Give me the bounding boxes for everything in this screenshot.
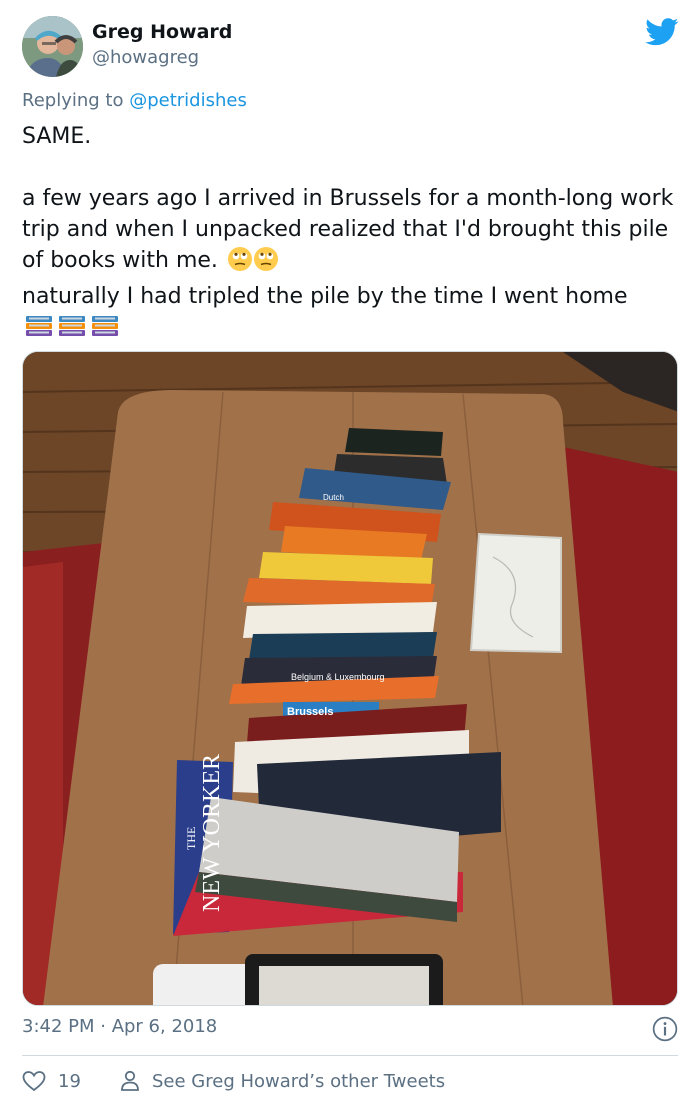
like-button[interactable]: 19	[22, 1068, 81, 1094]
tweet-text: SAME. a few years ago I arrived in Bruss…	[22, 121, 682, 348]
divider	[22, 1055, 678, 1056]
heart-icon	[22, 1071, 46, 1092]
user-handle[interactable]: @howagreg	[92, 47, 199, 68]
like-count: 19	[58, 1070, 81, 1092]
photo-brussels-label: Brussels	[287, 706, 333, 718]
info-icon[interactable]	[652, 1016, 678, 1042]
tweet-line-3: naturally I had tripled the pile by the …	[22, 284, 628, 309]
tweet-line-2: a few years ago I arrived in Brussels fo…	[22, 186, 681, 273]
photo-books-on-table: Brussels Belgium & Luxembourg Dutch THE …	[23, 352, 677, 1005]
see-other-tweets-link[interactable]: See Greg Howard’s other Tweets	[120, 1068, 445, 1094]
twitter-bird-icon[interactable]	[645, 18, 679, 46]
photo-dutch-label: Dutch	[323, 493, 344, 502]
books-emoji	[24, 313, 120, 348]
tweet-card: Greg Howard @howagreg Replying to @petri…	[0, 0, 700, 1109]
photo-belgium-label: Belgium & Luxembourg	[291, 672, 385, 682]
see-other-tweets-label: See Greg Howard’s other Tweets	[152, 1070, 446, 1092]
reply-context: Replying to @petridishes	[22, 90, 247, 111]
photo-magazine-the: THE	[184, 827, 198, 850]
tweet-timestamp[interactable]: 3:42 PM · Apr 6, 2018	[22, 1016, 217, 1037]
avatar-photo	[22, 16, 83, 77]
rolling-eyes-emoji	[227, 246, 279, 281]
reply-mention-link[interactable]: @petridishes	[129, 90, 247, 111]
photo-magazine-title: NEW YORKER	[199, 754, 225, 912]
avatar[interactable]	[22, 16, 83, 77]
user-name[interactable]: Greg Howard	[92, 21, 232, 43]
reply-prefix: Replying to	[22, 90, 130, 111]
tweet-photo[interactable]: Brussels Belgium & Luxembourg Dutch THE …	[22, 351, 678, 1006]
tweet-line-1: SAME.	[22, 124, 92, 149]
person-icon	[121, 1070, 139, 1091]
